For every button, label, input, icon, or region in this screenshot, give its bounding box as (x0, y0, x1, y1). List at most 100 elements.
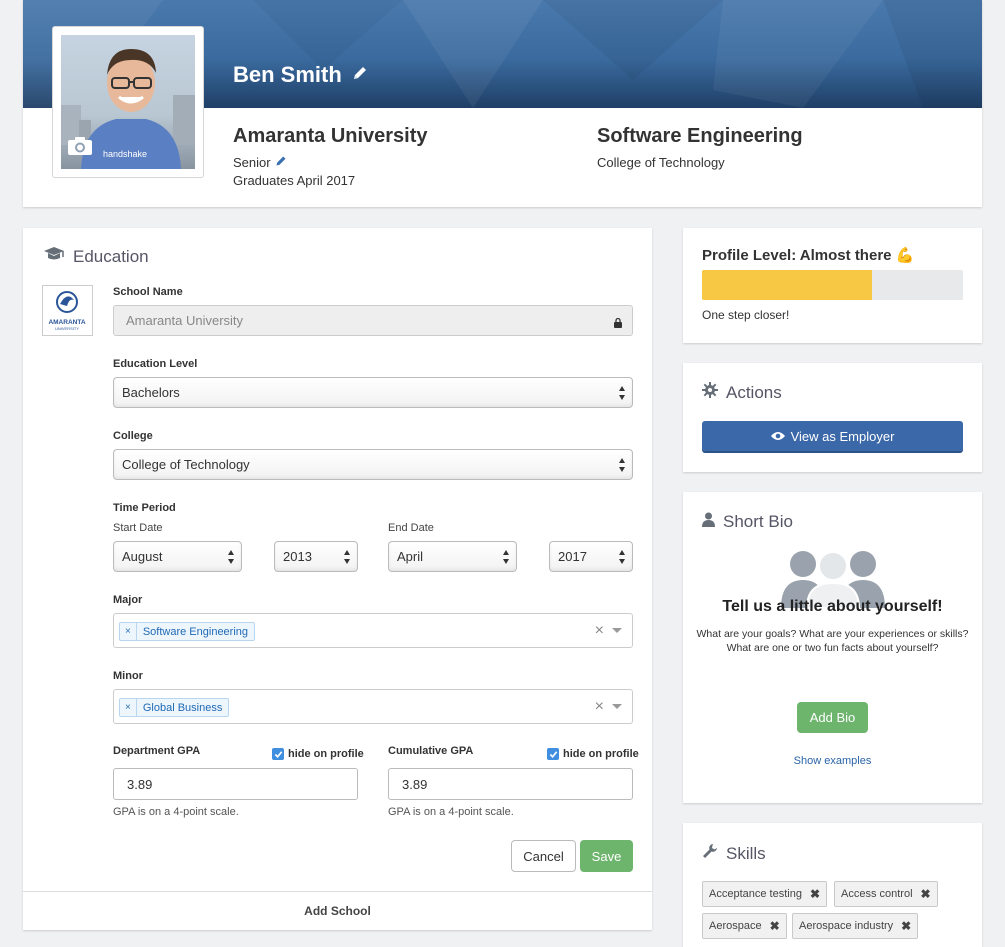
add-bio-button[interactable]: Add Bio (797, 702, 868, 733)
edit-year-pencil-icon[interactable] (275, 155, 287, 170)
name-row: Ben Smith (233, 62, 368, 88)
skill-tag: Aerospace ✖ (702, 913, 787, 939)
wrench-icon (702, 843, 718, 864)
cum-gpa-input[interactable]: 3.89 (388, 768, 633, 800)
college-name: College of Technology (597, 155, 725, 170)
remove-skill-icon[interactable]: ✖ (770, 919, 786, 933)
clear-icon[interactable]: × (595, 622, 604, 640)
select-arrows-icon (503, 550, 509, 564)
dept-gpa-note: GPA is on a 4-point scale. (113, 806, 239, 818)
start-date-label: Start Date (113, 522, 163, 534)
cancel-button[interactable]: Cancel (511, 840, 576, 872)
show-examples-link[interactable]: Show examples (683, 755, 982, 767)
eye-icon (770, 429, 785, 444)
save-button[interactable]: Save (580, 840, 633, 872)
minor-tag: × Global Business (119, 698, 230, 717)
education-level-value: Bachelors (122, 385, 180, 400)
remove-tag-icon[interactable]: × (120, 623, 137, 640)
checkbox-checked-icon[interactable] (272, 748, 284, 760)
profile-level-card: Profile Level: Almost there 💪 One step c… (683, 228, 982, 343)
skills-card: Skills Acceptance testing ✖ Access contr… (683, 823, 982, 947)
skill-label: Aerospace industry (799, 920, 894, 932)
school-name-value: Amaranta University (126, 313, 244, 328)
start-year-select[interactable]: 2013 (274, 541, 358, 572)
svg-text:AMARANTA: AMARANTA (48, 319, 85, 326)
major-input[interactable]: × Software Engineering × (113, 613, 633, 648)
remove-skill-icon[interactable]: ✖ (921, 887, 937, 901)
skill-tag: Access control ✖ (834, 881, 938, 907)
class-year: Senior (233, 155, 271, 170)
remove-tag-icon[interactable]: × (120, 699, 137, 716)
lock-icon (614, 316, 622, 331)
skill-label: Acceptance testing (709, 888, 802, 900)
graduation-cap-icon (43, 246, 65, 267)
major-tag: × Software Engineering (119, 622, 256, 641)
college-value: College of Technology (122, 457, 250, 472)
view-as-employer-button[interactable]: View as Employer (702, 421, 963, 453)
bio-body: What are your goals? What are your exper… (696, 628, 969, 654)
profile-progress-bar (702, 270, 963, 300)
major-label: Major (113, 594, 143, 606)
actions-title: Actions (702, 382, 782, 403)
view-as-employer-label: View as Employer (790, 428, 895, 444)
cum-gpa-note: GPA is on a 4-point scale. (388, 806, 514, 818)
end-date-label: End Date (388, 522, 434, 534)
university-name: Amaranta University (233, 125, 428, 147)
short-bio-title: Short Bio (702, 512, 793, 532)
major-title: Software Engineering (597, 125, 803, 147)
education-title-text: Education (73, 246, 149, 266)
cum-gpa-hide-checkbox[interactable]: hide on profile (547, 748, 639, 760)
select-arrows-icon (619, 386, 625, 400)
skill-label: Aerospace (709, 920, 762, 932)
add-school-button[interactable]: Add School (23, 891, 652, 930)
skills-title: Skills (702, 843, 766, 864)
bio-heading: Tell us a little about yourself! (722, 598, 943, 615)
clear-icon[interactable]: × (595, 698, 604, 716)
start-month-value: August (122, 549, 163, 564)
caret-down-icon[interactable] (612, 704, 622, 709)
start-month-select[interactable]: August (113, 541, 242, 572)
caret-down-icon[interactable] (612, 628, 622, 633)
short-bio-title-text: Short Bio (723, 512, 793, 531)
hide-label: hide on profile (288, 748, 364, 760)
start-year-value: 2013 (283, 549, 312, 564)
end-year-value: 2017 (558, 549, 587, 564)
year-row: Senior (233, 155, 287, 170)
profile-level-title: Profile Level: Almost there 💪 (702, 247, 915, 264)
camera-icon[interactable] (67, 136, 93, 161)
education-level-select[interactable]: Bachelors (113, 377, 633, 408)
dept-gpa-input[interactable]: 3.89 (113, 768, 358, 800)
select-arrows-icon (619, 458, 625, 472)
school-logo: AMARANTA UNIVERSITY (42, 285, 93, 336)
checkbox-checked-icon[interactable] (547, 748, 559, 760)
college-select[interactable]: College of Technology (113, 449, 633, 480)
end-month-select[interactable]: April (388, 541, 517, 572)
education-level-label: Education Level (113, 358, 198, 370)
minor-input[interactable]: × Global Business × (113, 689, 633, 724)
profile-name: Ben Smith (233, 62, 342, 87)
gear-icon (702, 382, 718, 403)
dept-gpa-hide-checkbox[interactable]: hide on profile (272, 748, 364, 760)
profile-header: handshake Ben Smith Amaranta University … (23, 0, 982, 207)
end-year-select[interactable]: 2017 (549, 541, 633, 572)
profile-level-note: One step closer! (702, 308, 790, 322)
profile-progress-fill (702, 270, 872, 300)
remove-skill-icon[interactable]: ✖ (810, 887, 826, 901)
select-arrows-icon (228, 550, 234, 564)
dept-gpa-label: Department GPA (113, 745, 201, 757)
user-icon (702, 512, 715, 532)
graduation-date: Graduates April 2017 (233, 173, 356, 188)
hide-label: hide on profile (563, 748, 639, 760)
college-label: College (113, 430, 153, 442)
major-tag-text: Software Engineering (142, 625, 249, 638)
skills-title-text: Skills (726, 843, 766, 863)
minor-tag-text: Global Business (142, 701, 223, 714)
avatar-frame[interactable]: handshake (52, 26, 204, 178)
time-period-label: Time Period (113, 502, 176, 514)
school-name-input[interactable]: Amaranta University (113, 305, 633, 336)
svg-text:handshake: handshake (103, 149, 147, 159)
edit-name-pencil-icon[interactable] (352, 65, 368, 86)
short-bio-card: Short Bio Tell us a little about yoursel… (683, 492, 982, 803)
education-title: Education (43, 246, 149, 267)
remove-skill-icon[interactable]: ✖ (901, 919, 917, 933)
